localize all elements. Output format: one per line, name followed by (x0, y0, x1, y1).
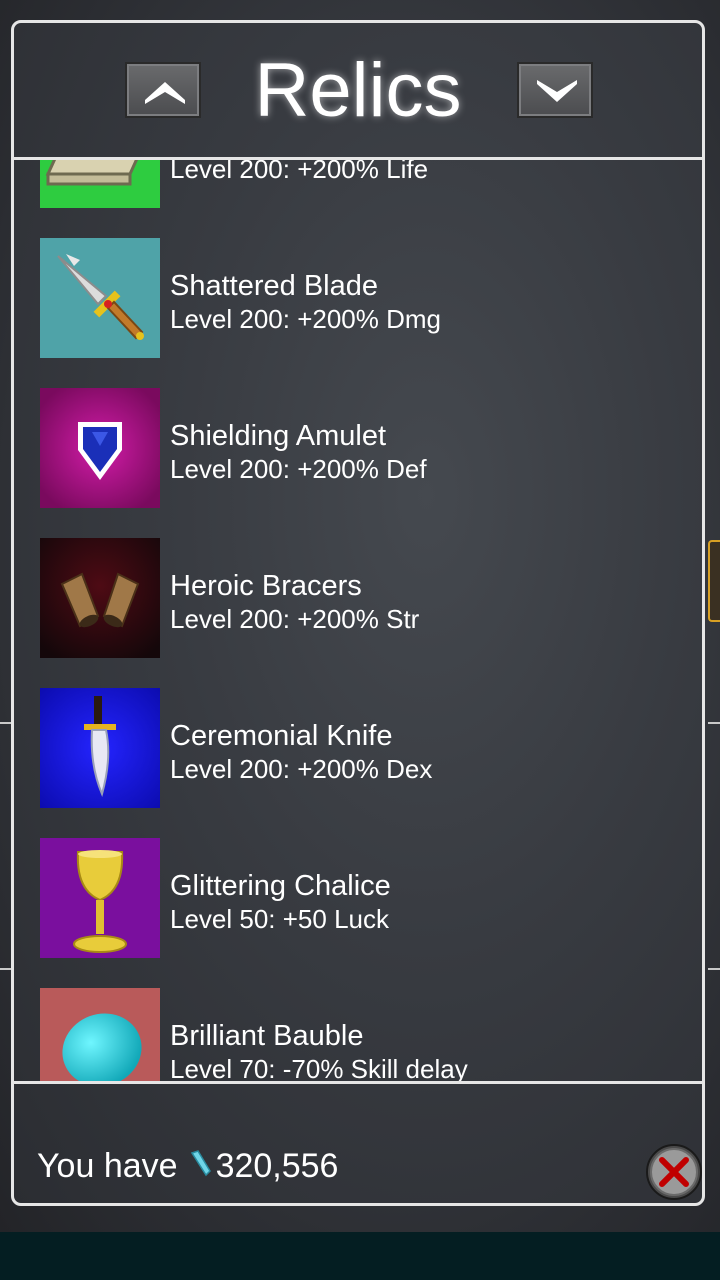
relics-list[interactable]: Level 200: +200% Life Shattered Blade Le… (14, 160, 702, 1081)
relic-thumbnail (40, 688, 160, 808)
background-divider (708, 968, 720, 970)
relic-description: Level 200: +200% Def (170, 454, 427, 484)
scroll-down-button[interactable] (517, 62, 593, 118)
background-divider (0, 722, 11, 724)
book-icon (40, 160, 160, 208)
background-divider (708, 722, 720, 724)
close-icon (646, 1144, 702, 1200)
currency-balance: You have 320,556 (37, 1144, 338, 1186)
crystal-icon (188, 1146, 212, 1186)
relic-thumbnail (40, 838, 160, 958)
relic-name: Shielding Amulet (170, 420, 387, 452)
relic-description: Level 200: +200% Dmg (170, 304, 442, 334)
sword-icon (40, 238, 160, 358)
relic-description: Level 200: +200% Dex (170, 754, 433, 784)
amulet-icon (40, 388, 160, 508)
relic-description: Level 70: -70% Skill delay (170, 1054, 468, 1081)
relic-thumbnail (40, 238, 160, 358)
list-item[interactable]: Shattered Blade Level 200: +200% Dmg (40, 238, 680, 358)
relic-name: Heroic Bracers (170, 570, 362, 602)
relic-name: Brilliant Bauble (170, 1020, 364, 1052)
close-button[interactable] (645, 1143, 702, 1201)
system-nav-bar (0, 1232, 720, 1280)
list-item[interactable]: Ceremonial Knife Level 200: +200% Dex (40, 688, 680, 808)
relic-description: Level 200: +200% Life (170, 160, 429, 184)
relic-name: Ceremonial Knife (170, 720, 393, 752)
background-divider (0, 968, 11, 970)
list-item[interactable]: Heroic Bracers Level 200: +200% Str (40, 538, 680, 658)
relic-description: Level 50: +50 Luck (170, 904, 389, 934)
relic-name: Glittering Chalice (170, 870, 391, 902)
bracers-icon (40, 538, 160, 658)
relic-thumbnail (40, 160, 160, 208)
knife-icon (40, 688, 160, 808)
bauble-icon (40, 988, 160, 1081)
dialog-footer: You have 320,556 (14, 1084, 702, 1203)
relic-thumbnail (40, 388, 160, 508)
relic-thumbnail (40, 988, 160, 1081)
list-item[interactable]: Glittering Chalice Level 50: +50 Luck (40, 838, 680, 958)
relic-description: Level 200: +200% Str (170, 604, 420, 634)
chevron-down-icon (537, 80, 577, 102)
background-button-edge (708, 540, 720, 622)
dialog-header: Relics (14, 23, 702, 157)
list-item[interactable]: Level 200: +200% Life (40, 160, 680, 208)
page-title: Relics (254, 48, 462, 133)
list-item[interactable]: Brilliant Bauble Level 70: -70% Skill de… (40, 988, 680, 1081)
chalice-icon (40, 838, 160, 958)
relic-thumbnail (40, 538, 160, 658)
list-item[interactable]: Shielding Amulet Level 200: +200% Def (40, 388, 680, 508)
balance-label: You have (37, 1147, 178, 1186)
relics-dialog: Relics Level 200: +200% Life Shattered B… (11, 20, 705, 1206)
relic-name: Shattered Blade (170, 270, 378, 302)
balance-amount: 320,556 (215, 1147, 339, 1186)
